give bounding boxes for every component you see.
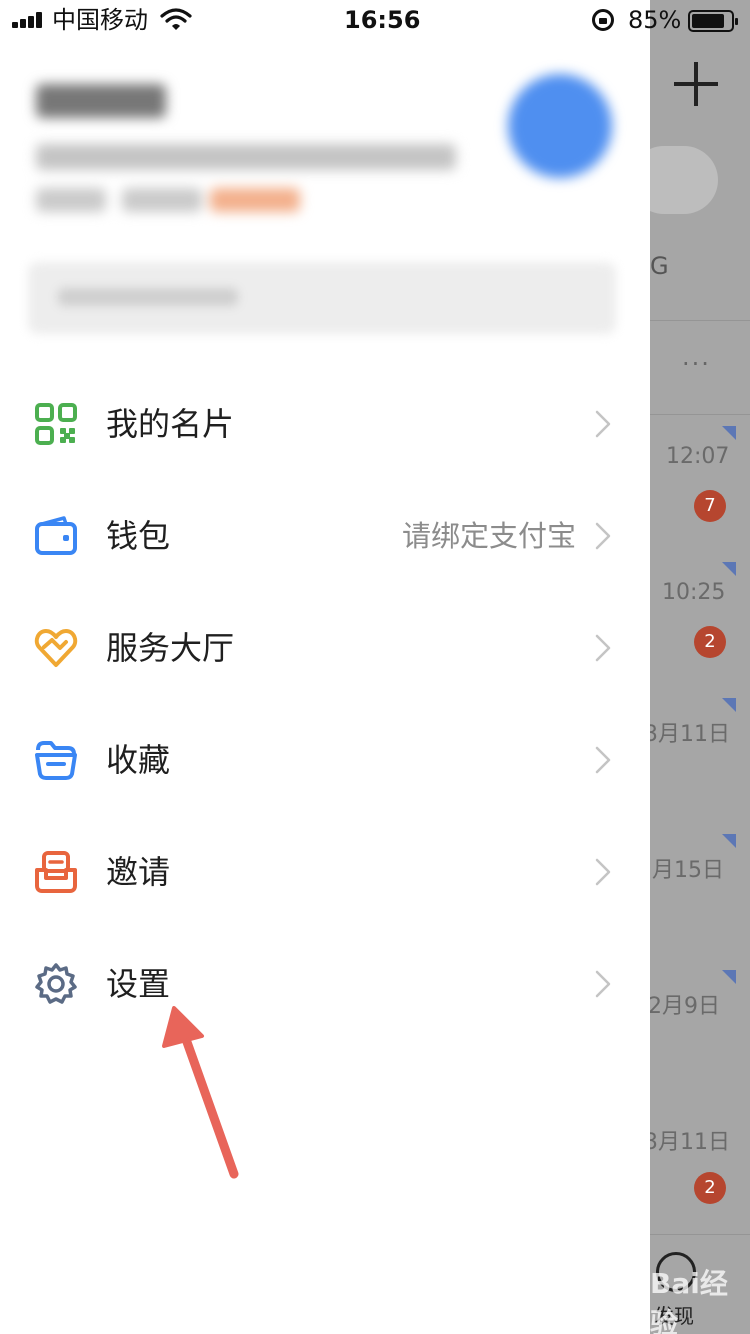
profile-tag-redacted [36, 188, 106, 212]
menu-item-invite[interactable]: 邀请 [0, 816, 650, 928]
battery-percentage: 85% [628, 6, 682, 34]
conversation-time: 2月9日 [650, 994, 720, 1019]
pin-marker-icon [722, 698, 736, 712]
divider [650, 414, 750, 415]
menu-item-settings[interactable]: 设置 [0, 928, 650, 1040]
chevron-right-icon [595, 858, 611, 886]
conversation-time: 3月11日 [650, 722, 730, 747]
carrier-name: 中国移动 [52, 6, 148, 34]
menu-item-label: 服务大厅 [106, 629, 235, 667]
profile-tag-redacted [122, 188, 202, 212]
menu-item-label: 邀请 [106, 853, 171, 891]
battery-fill [692, 14, 724, 28]
watermark: Bai经验 [650, 1267, 728, 1334]
drawer-menu: 我的名片 钱包 请绑定支付宝 服务大厅 收藏 邀请 设置 [0, 368, 650, 1040]
clock: 16:56 [344, 6, 421, 34]
avatar[interactable] [508, 74, 612, 178]
chevron-right-icon [595, 634, 611, 662]
annotation-arrow-icon [162, 1006, 239, 1179]
pin-marker-icon [722, 562, 736, 576]
divider [650, 320, 750, 321]
background-app-overlay[interactable]: G ··· 12:07 7 10:25 2 3月11日 月15日 2月9日 3月… [650, 0, 750, 1334]
folder-icon [35, 741, 77, 780]
menu-item-label: 钱包 [106, 517, 171, 555]
profile-name-redacted [36, 84, 166, 118]
profile-details-redacted [36, 144, 456, 170]
conversation-time: 10:25 [662, 580, 726, 605]
menu-item-label: 我的名片 [106, 405, 235, 443]
qr-code-icon [35, 403, 77, 445]
more-icon: ··· [682, 350, 711, 378]
chevron-right-icon [595, 970, 611, 998]
rotation-lock-icon [592, 9, 614, 31]
status-bar: 中国移动 16:56 85% [0, 0, 750, 40]
menu-item-my-card[interactable]: 我的名片 [0, 368, 650, 480]
unread-badge: 2 [694, 626, 726, 658]
menu-item-label: 设置 [106, 965, 171, 1003]
pin-marker-icon [722, 834, 736, 848]
chevron-right-icon [595, 746, 611, 774]
unread-badge: 7 [694, 490, 726, 522]
signal-strength-icon [12, 12, 46, 28]
menu-item-label: 收藏 [106, 741, 171, 779]
menu-item-service-hall[interactable]: 服务大厅 [0, 592, 650, 704]
profile-header-blurred[interactable] [22, 70, 614, 230]
wallet-bind-alipay-hint: 请绑定支付宝 [401, 519, 576, 553]
tab-bar-divider [650, 1234, 750, 1235]
background-header-fragment: G [650, 252, 669, 280]
profile-tag-redacted [210, 188, 300, 212]
chevron-right-icon [595, 410, 611, 438]
background-search-bar [650, 146, 718, 214]
wifi-icon [160, 8, 192, 30]
gear-icon [35, 963, 77, 1004]
battery-icon [688, 10, 738, 32]
menu-item-favorites[interactable]: 收藏 [0, 704, 650, 816]
heart-handshake-icon [34, 629, 78, 667]
chevron-right-icon [595, 522, 611, 550]
invite-box-icon [35, 851, 77, 893]
plus-icon [674, 62, 718, 106]
conversation-time: 12:07 [666, 444, 730, 469]
side-drawer: 我的名片 钱包 请绑定支付宝 服务大厅 收藏 邀请 设置 [0, 0, 650, 1334]
wallet-icon [35, 516, 77, 555]
pin-marker-icon [722, 426, 736, 440]
conversation-time: 3月11日 [650, 1130, 730, 1155]
signature-field-blurred[interactable] [28, 262, 616, 334]
unread-badge: 2 [694, 1172, 726, 1204]
menu-item-wallet[interactable]: 钱包 请绑定支付宝 [0, 480, 650, 592]
pin-marker-icon [722, 970, 736, 984]
conversation-time: 月15日 [652, 858, 724, 883]
